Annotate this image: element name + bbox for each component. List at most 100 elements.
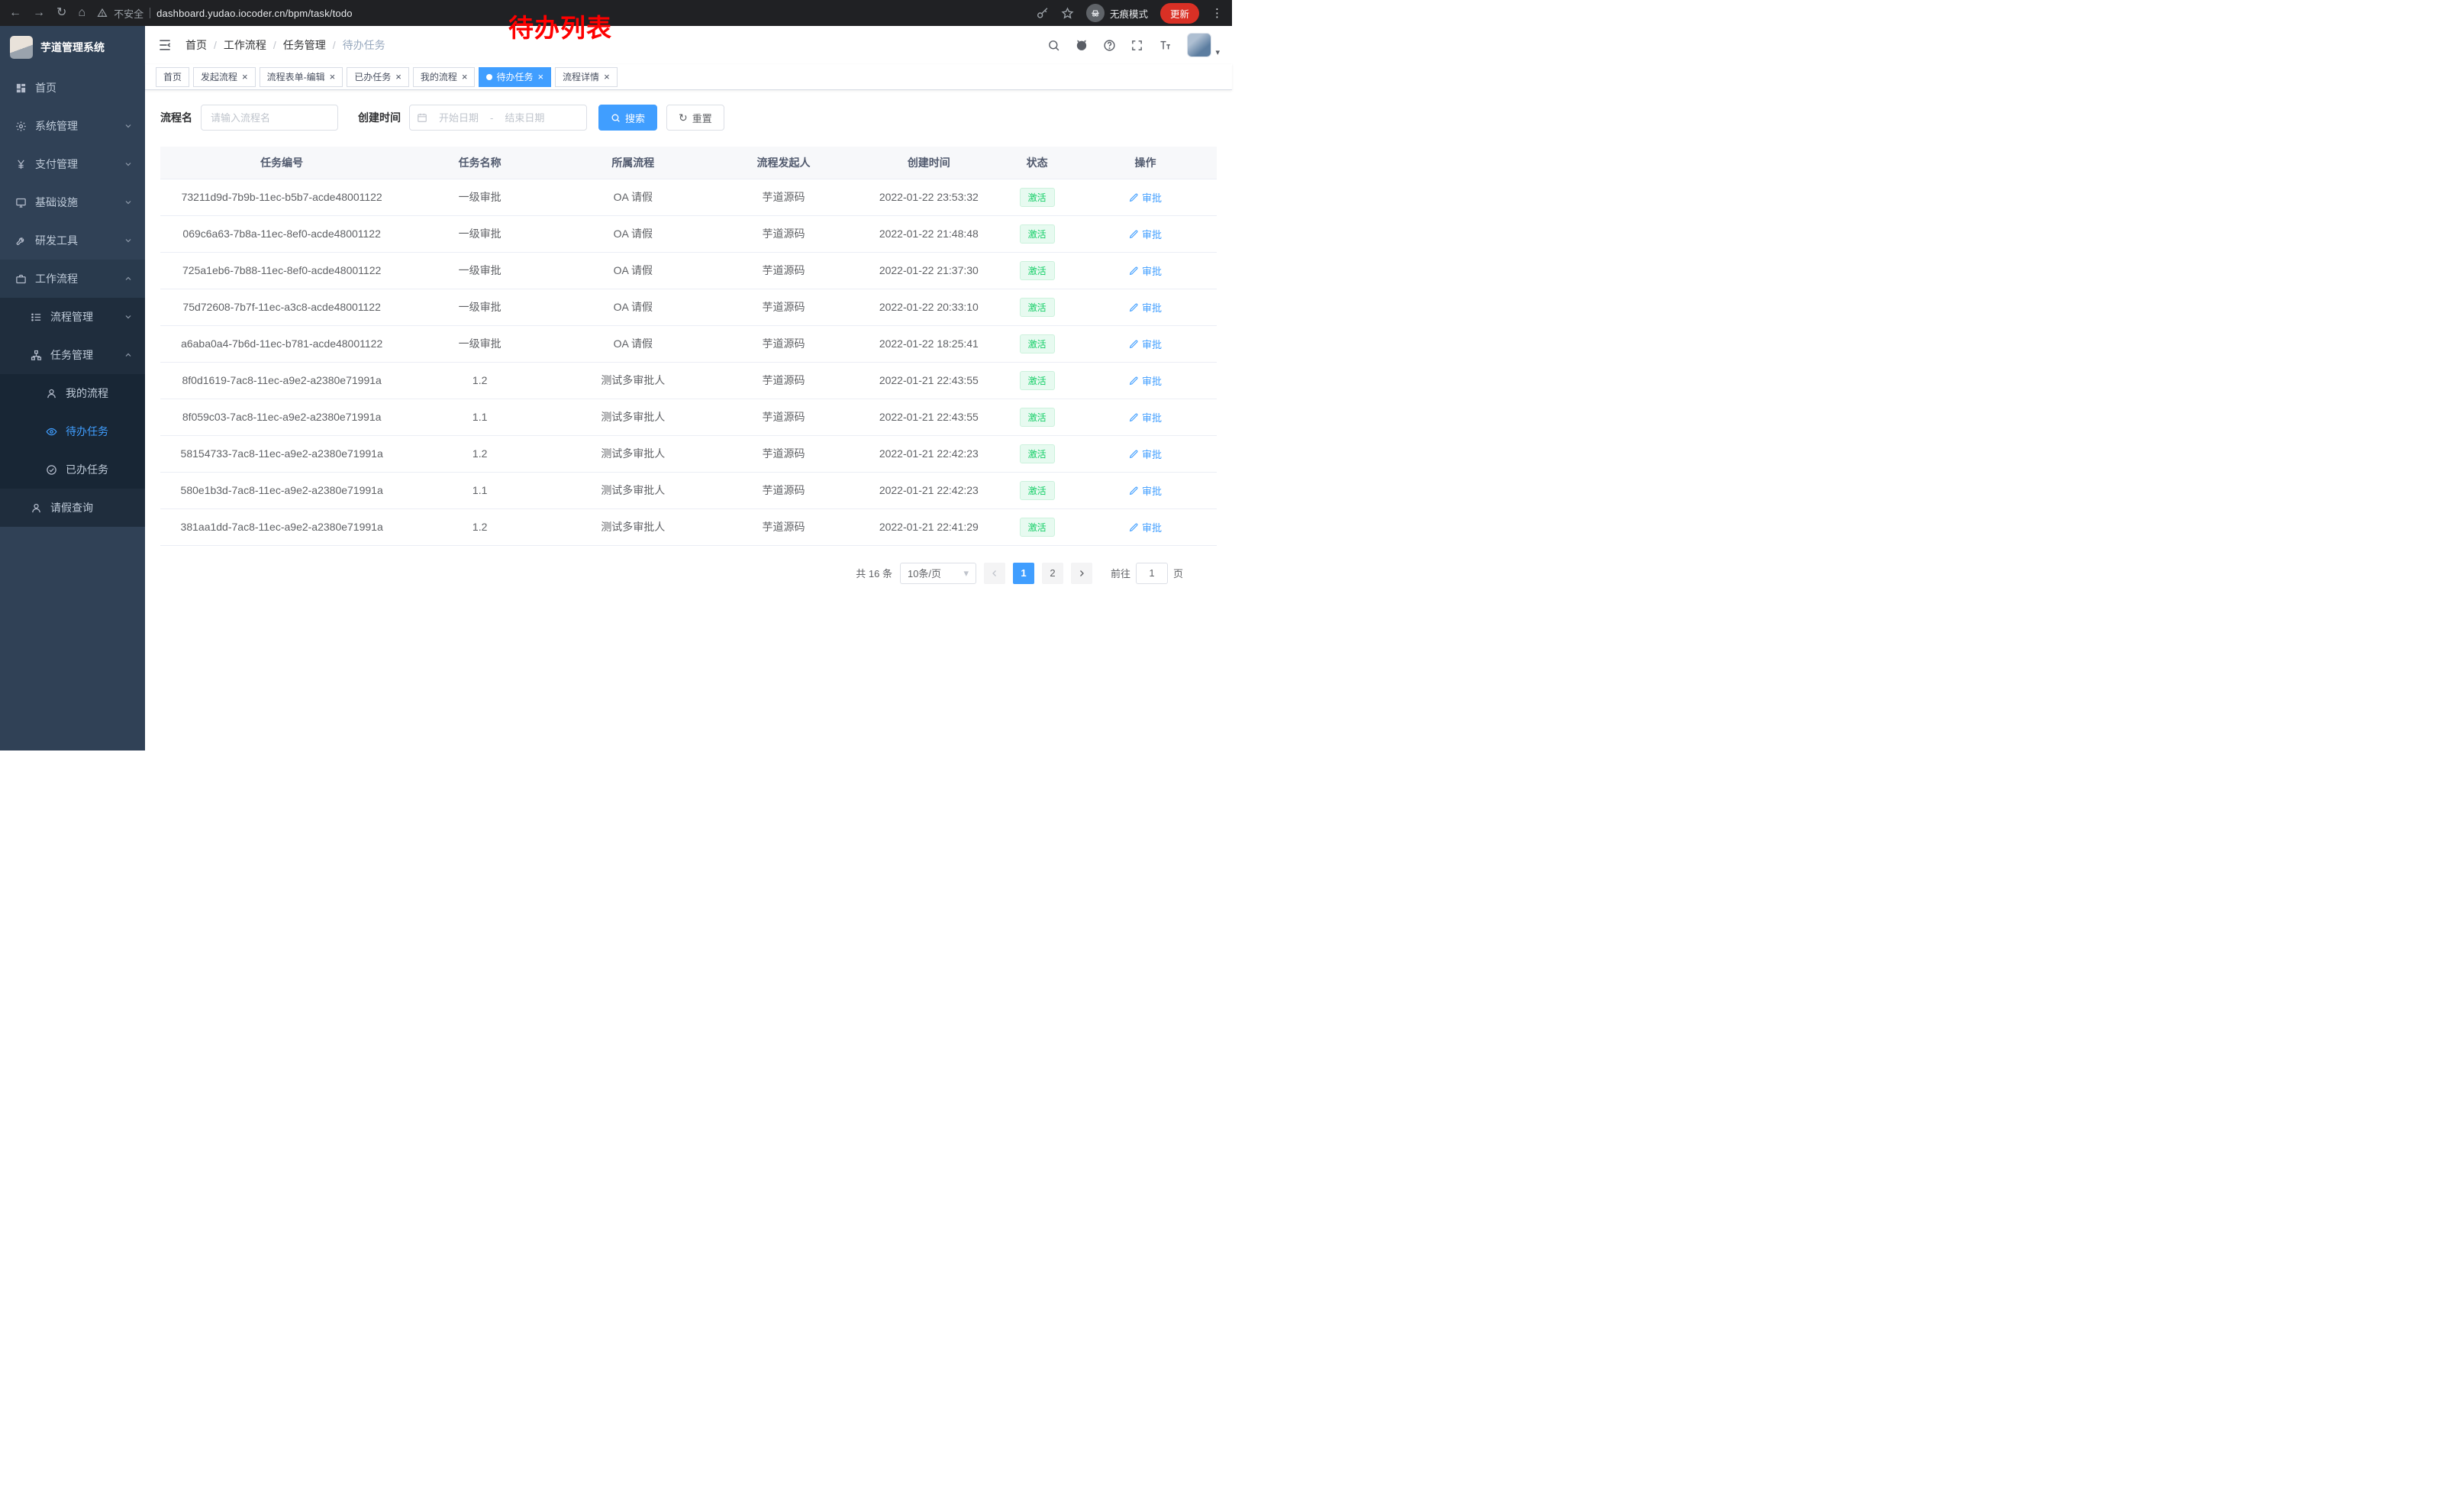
tab-process-form-edit[interactable]: 流程表单-编辑 ×: [260, 67, 343, 87]
approve-link[interactable]: 审批: [1129, 263, 1162, 278]
edit-icon: [1129, 486, 1139, 495]
header-search-button[interactable]: [1047, 39, 1060, 52]
bookmark-star-icon[interactable]: [1061, 7, 1074, 20]
start-date-input[interactable]: [431, 112, 487, 124]
browser-update-button[interactable]: 更新: [1160, 3, 1199, 24]
caret-down-icon: ▾: [1215, 47, 1220, 57]
approve-link[interactable]: 审批: [1129, 447, 1162, 461]
browser-home-button[interactable]: ⌂: [78, 7, 85, 19]
page-size-select[interactable]: 10条/页 ▾: [900, 563, 976, 584]
browser-menu-icon[interactable]: ⋮: [1211, 6, 1223, 20]
close-icon[interactable]: ×: [330, 72, 336, 82]
close-icon[interactable]: ×: [242, 72, 248, 82]
sidebar-item-task-management[interactable]: 任务管理: [0, 336, 145, 374]
page-content: 流程名 创建时间 - 搜索 ↻ 重置: [145, 90, 1232, 750]
approve-link[interactable]: 审批: [1129, 300, 1162, 315]
browser-reload-button[interactable]: ↻: [56, 7, 66, 19]
approve-link[interactable]: 审批: [1129, 483, 1162, 498]
approve-link[interactable]: 审批: [1129, 520, 1162, 534]
sidebar-collapse-button[interactable]: [157, 37, 173, 53]
cell-created: 2022-01-22 21:37:30: [857, 252, 1000, 289]
process-name-label: 流程名: [160, 110, 192, 125]
cell-status: 激活: [1000, 399, 1074, 435]
tab-start-process[interactable]: 发起流程 ×: [193, 67, 256, 87]
chevron-down-icon: [124, 198, 133, 207]
next-page-button[interactable]: [1071, 563, 1092, 584]
table-row: 58154733-7ac8-11ec-a9e2-a2380e71991a1.2测…: [160, 435, 1217, 472]
sidebar-item-label: 系统管理: [35, 118, 78, 134]
prev-page-button[interactable]: [984, 563, 1005, 584]
cell-process: 测试多审批人: [556, 362, 710, 399]
close-icon[interactable]: ×: [537, 72, 543, 82]
approve-link[interactable]: 审批: [1129, 227, 1162, 241]
sidebar-item-done-tasks[interactable]: 已办任务: [0, 450, 145, 489]
browser-back-button[interactable]: ←: [9, 7, 21, 19]
password-key-icon[interactable]: [1036, 7, 1049, 20]
approve-link[interactable]: 审批: [1129, 337, 1162, 351]
breadcrumb-workflow[interactable]: 工作流程: [224, 37, 266, 53]
approve-link[interactable]: 审批: [1129, 373, 1162, 388]
page-button-1[interactable]: 1: [1013, 563, 1034, 584]
breadcrumb-home[interactable]: 首页: [185, 37, 207, 53]
search-button-label: 搜索: [625, 111, 645, 125]
breadcrumb-task-management[interactable]: 任务管理: [283, 37, 326, 53]
chevron-up-icon: [124, 274, 133, 283]
sidebar-item-workflow[interactable]: 工作流程: [0, 260, 145, 298]
end-date-input[interactable]: [496, 112, 553, 124]
sidebar-item-system[interactable]: 系统管理: [0, 107, 145, 145]
page-button-2[interactable]: 2: [1042, 563, 1063, 584]
close-icon[interactable]: ×: [462, 72, 468, 82]
status-badge: 激活: [1020, 298, 1055, 317]
approve-link[interactable]: 审批: [1129, 410, 1162, 424]
page-size-value: 10条/页: [908, 566, 941, 580]
tab-home[interactable]: 首页: [156, 67, 189, 87]
sidebar-item-infrastructure[interactable]: 基础设施: [0, 183, 145, 221]
close-icon[interactable]: ×: [604, 72, 610, 82]
sidebar-logo[interactable]: 芋道管理系统: [0, 26, 145, 69]
cell-action: 审批: [1074, 399, 1217, 435]
sidebar-item-leave-query[interactable]: 请假查询: [0, 489, 145, 527]
goto-page-input[interactable]: [1136, 563, 1168, 584]
fullscreen-icon: [1130, 39, 1143, 52]
date-range-picker[interactable]: -: [409, 105, 587, 131]
sidebar-item-my-process[interactable]: 我的流程: [0, 374, 145, 412]
col-action: 操作: [1074, 147, 1217, 179]
status-badge: 激活: [1020, 188, 1055, 207]
incognito-icon: [1086, 4, 1105, 22]
sidebar-item-payment[interactable]: 支付管理: [0, 145, 145, 183]
cell-action: 审批: [1074, 289, 1217, 325]
user-menu[interactable]: ▾: [1187, 33, 1220, 57]
tab-my-process[interactable]: 我的流程 ×: [413, 67, 476, 87]
sidebar-item-home[interactable]: 首页: [0, 69, 145, 107]
github-link[interactable]: [1075, 38, 1088, 52]
reset-button[interactable]: ↻ 重置: [666, 105, 724, 131]
cell-created: 2022-01-21 22:43:55: [857, 399, 1000, 435]
search-button[interactable]: 搜索: [598, 105, 657, 131]
tab-process-detail[interactable]: 流程详情 ×: [555, 67, 618, 87]
close-icon[interactable]: ×: [395, 72, 402, 82]
process-name-input[interactable]: [201, 105, 338, 131]
sidebar-item-label: 研发工具: [35, 233, 78, 248]
table-row: 381aa1dd-7ac8-11ec-a9e2-a2380e71991a1.2测…: [160, 508, 1217, 545]
font-size-button[interactable]: [1158, 39, 1172, 52]
cell-action: 审批: [1074, 215, 1217, 252]
search-icon: [1047, 39, 1060, 52]
sidebar-item-dev-tools[interactable]: 研发工具: [0, 221, 145, 260]
sidebar-item-process-management[interactable]: 流程管理: [0, 298, 145, 336]
sidebar-item-todo-tasks[interactable]: 待办任务: [0, 412, 145, 450]
app-title: 芋道管理系统: [40, 40, 105, 55]
address-bar[interactable]: 不安全 dashboard.yudao.iocoder.cn/bpm/task/…: [97, 6, 353, 21]
fullscreen-button[interactable]: [1130, 39, 1143, 52]
tab-todo-tasks[interactable]: 待办任务 ×: [479, 67, 551, 87]
briefcase-icon: [15, 273, 27, 285]
tab-done-tasks[interactable]: 已办任务 ×: [347, 67, 409, 87]
sidebar-item-label: 任务管理: [50, 347, 93, 363]
help-button[interactable]: [1103, 39, 1116, 52]
task-table-body: 73211d9d-7b9b-11ec-b5b7-acde48001122一级审批…: [160, 179, 1217, 545]
status-badge: 激活: [1020, 518, 1055, 537]
sidebar-item-label: 待办任务: [66, 424, 108, 439]
cell-created: 2022-01-21 22:42:23: [857, 472, 1000, 508]
table-row: 8f059c03-7ac8-11ec-a9e2-a2380e71991a1.1测…: [160, 399, 1217, 435]
approve-link[interactable]: 审批: [1129, 190, 1162, 205]
browser-forward-button[interactable]: →: [33, 7, 45, 19]
